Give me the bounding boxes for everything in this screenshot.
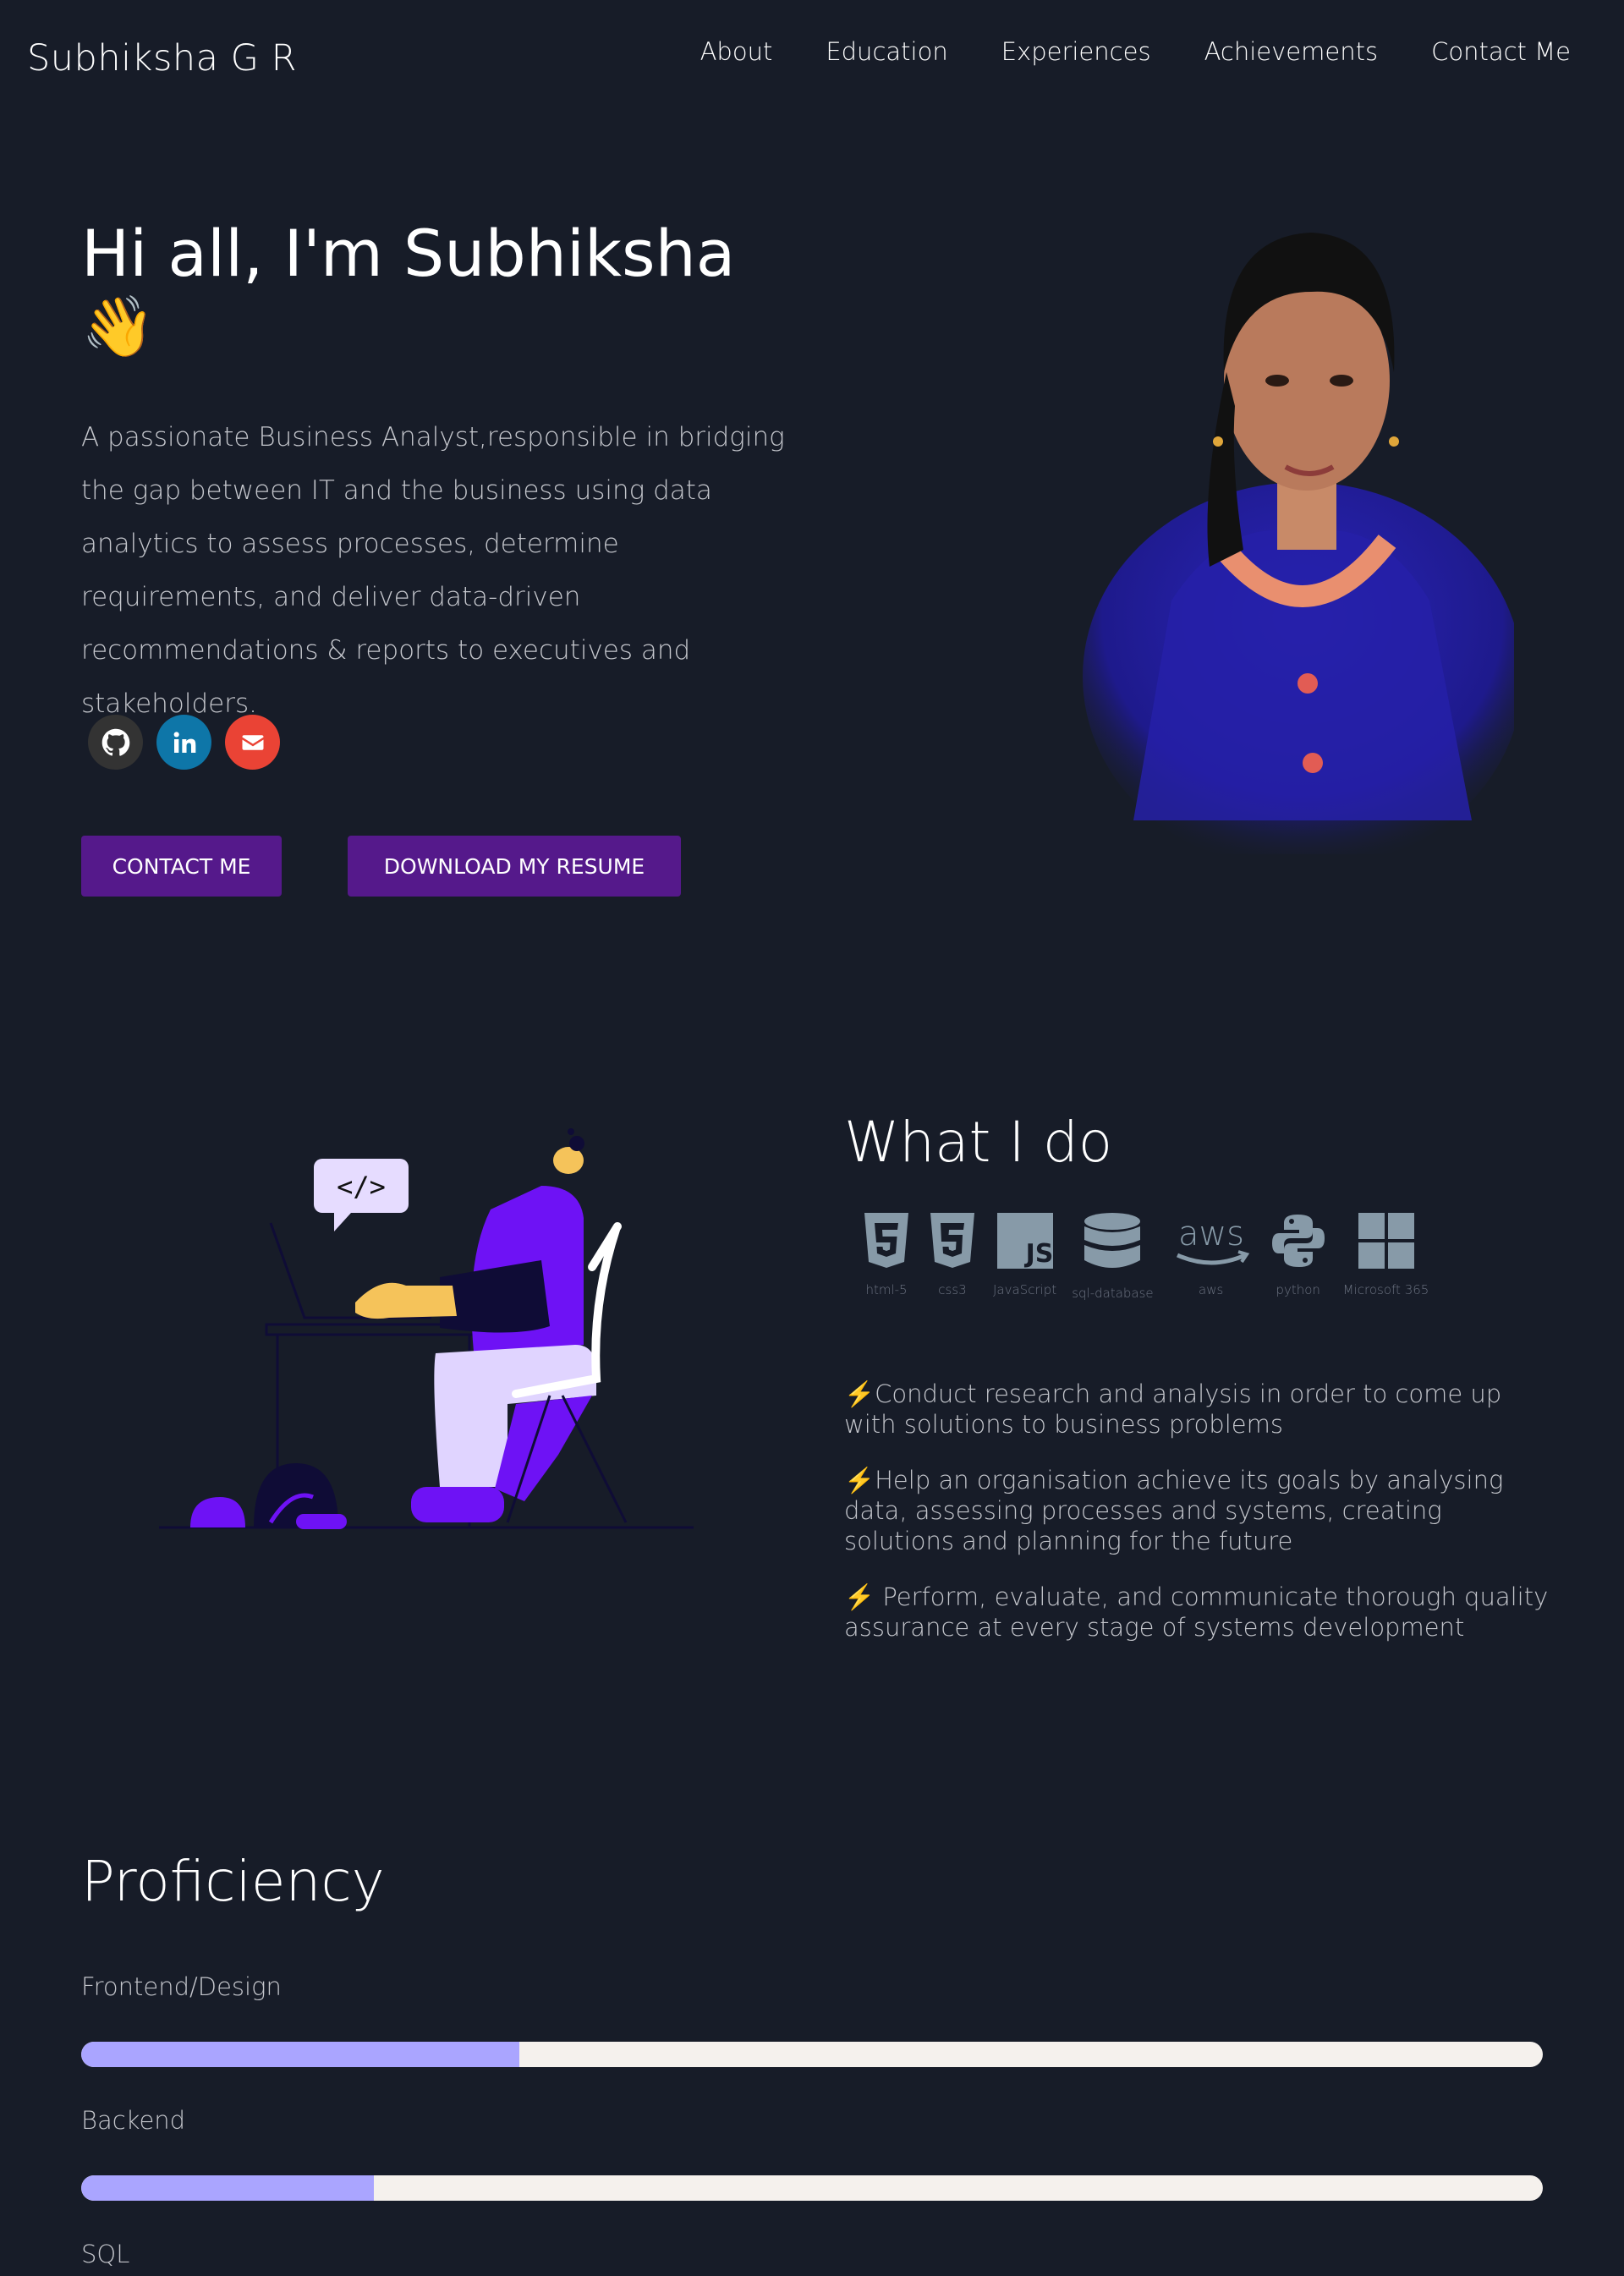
skill-label: Microsoft 365 [1342, 1282, 1429, 1297]
email-link[interactable] [225, 715, 280, 770]
github-icon [102, 728, 129, 756]
site-logo[interactable]: Subhiksha G R [27, 37, 297, 80]
proficiency-label: Frontend/Design [81, 1972, 282, 2001]
proficiency-label: Backend [81, 2106, 186, 2135]
nav-achievements[interactable]: Achievements [1204, 37, 1379, 66]
windows-icon [1358, 1213, 1414, 1269]
skill-microsoft-365[interactable]: Microsoft 365 [1343, 1211, 1429, 1301]
css3-icon [930, 1213, 974, 1268]
envelope-icon [242, 734, 263, 750]
skill-label: aws [1199, 1282, 1224, 1297]
skill-label: sql-database [1072, 1286, 1154, 1301]
svg-text:JS: JS [1023, 1239, 1053, 1269]
skill-label: css3 [938, 1282, 967, 1297]
wave-emoji: 👋 [81, 292, 156, 361]
linkedin-icon [173, 731, 195, 753]
javascript-icon: JS [996, 1213, 1053, 1269]
greeting-title-text: Hi all, I'm Subhiksha [81, 216, 736, 291]
social-links [88, 715, 294, 770]
nav-education[interactable]: Education [826, 37, 947, 66]
download-resume-button[interactable]: DOWNLOAD MY RESUME [348, 836, 681, 897]
aws-icon: aws [1176, 1215, 1249, 1265]
svg-text:aws: aws [1178, 1215, 1244, 1253]
skill-label: python [1276, 1282, 1320, 1297]
linkedin-link[interactable] [156, 715, 211, 770]
python-icon [1271, 1215, 1325, 1267]
skill-bullet: ⚡Help an organisation achieve its goals … [844, 1466, 1504, 1555]
skill-sql-database[interactable]: sql-database [1072, 1211, 1154, 1301]
site-header: Subhiksha G R About Education Experience… [0, 0, 1624, 118]
skill-html5[interactable]: html-5 [861, 1211, 912, 1301]
skill-javascript[interactable]: JS JavaScript [993, 1211, 1056, 1301]
skill-label: JavaScript [993, 1282, 1057, 1297]
skill-bullet: ⚡Conduct research and analysis in order … [844, 1379, 1502, 1439]
proficiency-title: Proficiency [81, 1849, 385, 1914]
proficiency-bar [81, 2042, 1543, 2067]
nav-contact[interactable]: Contact Me [1431, 37, 1571, 66]
svg-text:</>: </> [337, 1171, 386, 1203]
profile-portrait [1083, 233, 1514, 854]
github-link[interactable] [88, 715, 143, 770]
nav-experiences[interactable]: Experiences [1001, 37, 1151, 66]
contact-me-button[interactable]: CONTACT ME [81, 836, 282, 897]
skill-python[interactable]: python [1269, 1211, 1328, 1301]
greeting-subtitle: A passionate Business Analyst,responsibl… [81, 422, 785, 719]
skill-css3[interactable]: css3 [927, 1211, 978, 1301]
nav-about[interactable]: About [700, 37, 773, 66]
skill-bullet: ⚡ Perform, evaluate, and communicate tho… [844, 1582, 1549, 1642]
database-icon [1084, 1213, 1141, 1268]
developer-illustration: </> [159, 1128, 694, 1529]
proficiency-label: SQL [81, 2240, 130, 2268]
what-i-do-title: What I do [844, 1110, 1113, 1175]
html5-icon [864, 1213, 908, 1268]
greeting-title: Hi all, I'm Subhiksha 👋 [81, 218, 826, 362]
skill-bullets: ⚡Conduct research and analysis in order … [844, 1379, 1555, 1668]
proficiency-bar-fill [81, 2175, 374, 2201]
proficiency-bar [81, 2175, 1543, 2201]
proficiency-bar-fill [81, 2042, 520, 2067]
software-skills-list: html-5 css3 JS JavaScript sql-database a… [861, 1211, 1444, 1301]
skill-label: html-5 [865, 1282, 908, 1297]
skill-aws[interactable]: aws aws [1169, 1211, 1254, 1301]
main-nav: About Education Experiences Achievements… [647, 37, 1571, 66]
